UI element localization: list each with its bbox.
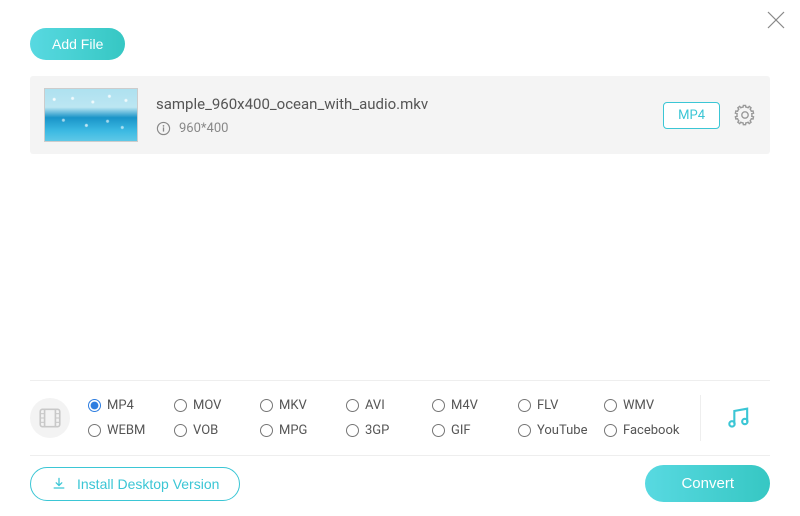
gear-icon (734, 104, 756, 126)
file-row[interactable]: sample_960x400_ocean_with_audio.mkv 960*… (30, 76, 770, 154)
format-label: Facebook (623, 423, 679, 438)
format-radio-mpg[interactable] (260, 424, 273, 437)
format-radio-webm[interactable] (88, 424, 101, 437)
format-label: WEBM (107, 423, 145, 438)
footer: Install Desktop Version Convert (30, 465, 770, 502)
convert-button[interactable]: Convert (645, 465, 770, 502)
format-option-flv[interactable]: FLV (518, 398, 604, 413)
format-option-mov[interactable]: MOV (174, 398, 260, 413)
format-radio-m4v[interactable] (432, 399, 445, 412)
format-option-avi[interactable]: AVI (346, 398, 432, 413)
format-label: WMV (623, 398, 654, 413)
format-label: GIF (451, 423, 471, 438)
install-desktop-button[interactable]: Install Desktop Version (30, 467, 240, 501)
info-icon[interactable] (156, 121, 171, 136)
format-option-m4v[interactable]: M4V (432, 398, 518, 413)
music-icon (725, 404, 753, 432)
format-radio-gif[interactable] (432, 424, 445, 437)
format-option-gif[interactable]: GIF (432, 423, 518, 438)
format-radio-youtube[interactable] (518, 424, 531, 437)
video-thumbnail (44, 88, 138, 142)
format-label: AVI (365, 398, 385, 413)
add-file-button[interactable]: Add File (30, 28, 125, 60)
format-label: YouTube (537, 423, 588, 438)
format-panel: MP4 MOV MKV AVI M4V FLV WMV WEBM VOB MPG 3GP GIF You… (30, 380, 770, 456)
file-dimensions: 960*400 (179, 121, 228, 136)
format-option-webm[interactable]: WEBM (88, 423, 174, 438)
file-name: sample_960x400_ocean_with_audio.mkv (156, 95, 663, 113)
format-radio-avi[interactable] (346, 399, 359, 412)
format-radio-flv[interactable] (518, 399, 531, 412)
format-option-vob[interactable]: VOB (174, 423, 260, 438)
format-option-youtube[interactable]: YouTube (518, 423, 604, 438)
format-radio-vob[interactable] (174, 424, 187, 437)
format-grid: MP4 MOV MKV AVI M4V FLV WMV WEBM VOB MPG 3GP GIF You… (88, 398, 690, 438)
format-option-mp4[interactable]: MP4 (88, 398, 174, 413)
format-radio-mp4[interactable] (88, 399, 101, 412)
format-label: M4V (451, 398, 478, 413)
format-option-3gp[interactable]: 3GP (346, 423, 432, 438)
format-option-mkv[interactable]: MKV (260, 398, 346, 413)
file-meta: sample_960x400_ocean_with_audio.mkv 960*… (156, 95, 663, 136)
output-format-badge[interactable]: MP4 (663, 102, 720, 129)
film-icon (37, 405, 63, 431)
format-option-mpg[interactable]: MPG (260, 423, 346, 438)
format-radio-facebook[interactable] (604, 424, 617, 437)
format-radio-3gp[interactable] (346, 424, 359, 437)
format-radio-mkv[interactable] (260, 399, 273, 412)
file-list: sample_960x400_ocean_with_audio.mkv 960*… (30, 76, 770, 154)
settings-button[interactable] (734, 104, 756, 126)
format-radio-mov[interactable] (174, 399, 187, 412)
video-category-icon[interactable] (30, 398, 70, 438)
install-desktop-label: Install Desktop Version (77, 476, 219, 492)
close-button[interactable] (766, 10, 786, 30)
format-label: FLV (537, 398, 558, 413)
close-icon (766, 10, 786, 30)
format-label: MOV (193, 398, 221, 413)
format-label: VOB (193, 423, 218, 438)
download-icon (51, 476, 67, 492)
format-option-facebook[interactable]: Facebook (604, 423, 690, 438)
format-label: MPG (279, 423, 307, 438)
format-radio-wmv[interactable] (604, 399, 617, 412)
format-label: MP4 (107, 398, 134, 413)
format-option-wmv[interactable]: WMV (604, 398, 690, 413)
audio-category-button[interactable] (700, 395, 753, 441)
format-label: MKV (279, 398, 307, 413)
format-label: 3GP (365, 423, 389, 438)
